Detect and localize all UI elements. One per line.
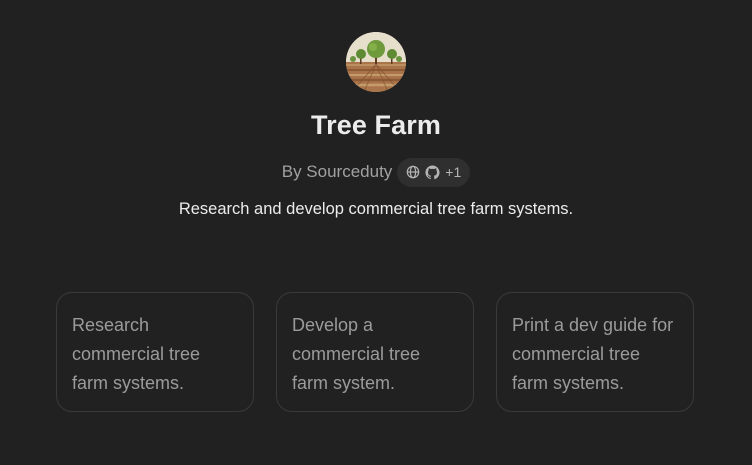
author-byline: By Sourceduty [281,162,393,181]
conversation-starter-card[interactable]: Print a dev guide for commercial tree fa… [496,292,694,412]
conversation-starter-text: Develop a commercial tree farm system. [292,315,421,393]
gpt-title: Tree Farm [311,110,441,140]
github-icon[interactable] [425,164,440,180]
conversation-starter-text: Research commercial tree farm systems. [72,315,201,393]
byline-row: By Sourceduty +1 [0,157,752,187]
extra-links-count[interactable]: +1 [445,164,461,180]
globe-icon[interactable] [406,165,420,179]
conversation-starter-card[interactable]: Research commercial tree farm systems. [56,292,254,412]
conversation-starter-card[interactable]: Develop a commercial tree farm system. [276,292,474,412]
tree-farm-avatar-image [346,32,406,92]
gpt-avatar [346,32,406,92]
conversation-starter-text: Print a dev guide for commercial tree fa… [512,315,674,393]
gpt-description: Research and develop commercial tree far… [178,200,574,218]
social-links-pill[interactable]: +1 [397,157,471,187]
gpt-intro-page: Tree Farm By Sourceduty +1 Research and … [0,0,752,465]
